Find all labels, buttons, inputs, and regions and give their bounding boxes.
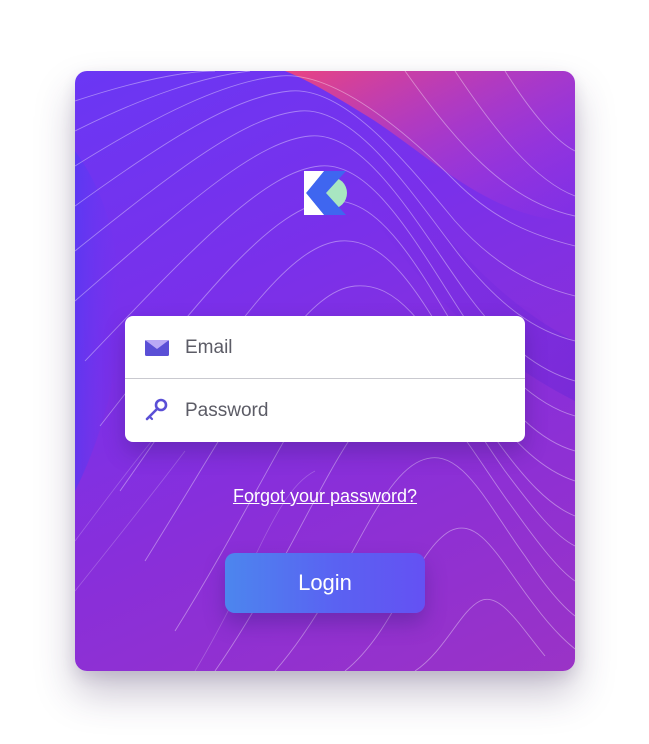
envelope-icon [145,340,169,356]
email-field[interactable] [125,316,525,379]
forgot-password-link[interactable]: Forgot your password? [75,486,575,507]
key-icon [145,398,168,421]
login-form [125,316,525,442]
k-logo-icon [304,171,347,215]
password-field[interactable] [125,379,525,442]
login-card: Forgot your password? Login [75,71,575,671]
password-input[interactable] [185,379,505,442]
email-input[interactable] [185,316,505,379]
login-button[interactable]: Login [225,553,425,613]
